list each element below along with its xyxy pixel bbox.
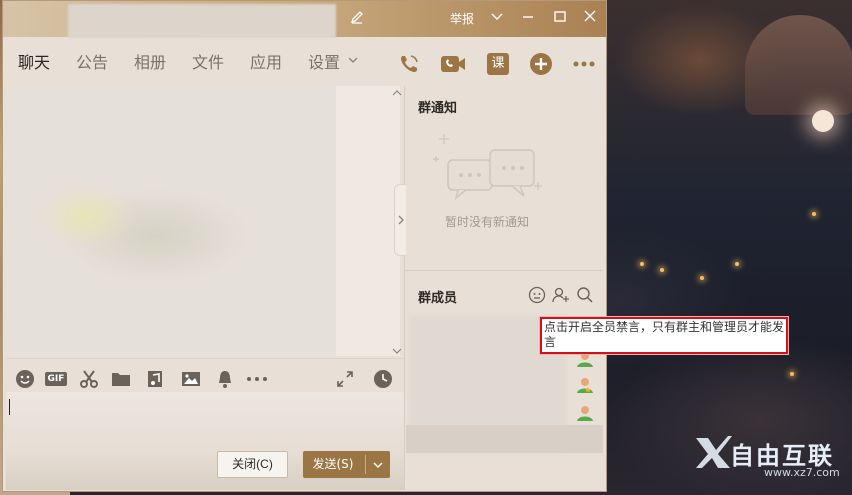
voice-call-icon[interactable] — [396, 51, 422, 77]
watermark: 自由互联 www.xz7.com — [690, 432, 850, 482]
gif-icon[interactable]: GIF — [44, 368, 68, 390]
collapse-panel-toggle[interactable] — [394, 184, 406, 256]
group-name-blurred — [68, 4, 336, 38]
close-icon[interactable] — [583, 9, 597, 29]
mute-all-tooltip: 点击开启全员禁言，只有群主和管理员才能发言 — [540, 317, 788, 354]
more-tools-icon[interactable] — [246, 368, 268, 390]
side-divider — [404, 270, 603, 271]
send-button[interactable]: 发送(S) — [303, 451, 390, 478]
watermark-url: www.xz7.com — [764, 466, 840, 479]
member-avatar-owner-icon — [577, 378, 593, 393]
music-file-icon[interactable] — [144, 368, 166, 390]
members-title: 群成员 — [418, 291, 458, 306]
tooltip-text: 点击开启全员禁言，只有群主和管理员才能发言 — [544, 320, 785, 349]
wallpaper-lantern — [812, 110, 834, 132]
minimize-icon[interactable] — [521, 9, 535, 29]
tab-settings[interactable]: 设置 — [308, 49, 340, 73]
close-button[interactable]: 关闭(C) — [217, 451, 288, 478]
tab-files[interactable]: 文件 — [192, 49, 224, 73]
send-button-label: 发送(S) — [312, 457, 354, 471]
send-options-chevron-icon[interactable] — [366, 451, 390, 478]
edit-icon[interactable] — [349, 9, 365, 31]
gif-label: GIF — [44, 372, 68, 386]
course-icon[interactable]: 课 — [485, 51, 511, 77]
wallpaper-light — [640, 262, 644, 266]
tab-apps[interactable]: 应用 — [250, 49, 282, 73]
chevron-down-icon[interactable] — [490, 9, 504, 29]
member-row-selected[interactable] — [406, 425, 603, 453]
screenshot-scissors-icon[interactable] — [78, 368, 100, 390]
chevron-right-icon — [398, 215, 404, 225]
watermark-logo-icon — [696, 436, 732, 468]
video-call-icon[interactable] — [440, 51, 466, 77]
wallpaper-light — [790, 372, 794, 376]
maximize-icon[interactable] — [553, 9, 567, 29]
wallpaper-light — [700, 276, 704, 280]
tab-announcement[interactable]: 公告 — [76, 49, 108, 73]
add-app-icon[interactable] — [528, 51, 554, 77]
settings-chevron-icon[interactable] — [347, 51, 359, 70]
member-avatar-icon — [577, 406, 593, 421]
image-icon[interactable] — [180, 368, 202, 390]
wallpaper-boat — [745, 15, 852, 115]
emoji-icon[interactable] — [14, 368, 36, 390]
tab-chat[interactable]: 聊天 — [18, 49, 50, 73]
course-label: 课 — [487, 53, 509, 75]
tab-album[interactable]: 相册 — [134, 49, 166, 73]
messages-blurred — [6, 86, 336, 356]
wallpaper-light — [812, 212, 816, 216]
scroll-up-icon[interactable] — [392, 89, 402, 100]
title-bar: 举报 — [3, 1, 606, 38]
report-link[interactable]: 举报 — [450, 10, 474, 27]
expand-icon[interactable] — [334, 368, 356, 390]
bell-icon[interactable] — [214, 368, 236, 390]
scroll-down-icon[interactable] — [392, 347, 402, 358]
empty-notice-illustration-icon — [430, 132, 546, 206]
wallpaper-light — [735, 262, 739, 266]
history-clock-icon[interactable] — [372, 368, 394, 390]
add-member-icon[interactable] — [552, 286, 570, 304]
folder-icon[interactable] — [110, 368, 132, 390]
input-splitter[interactable] — [6, 358, 404, 359]
mute-all-icon[interactable] — [528, 286, 546, 304]
wallpaper-light — [660, 268, 664, 272]
message-list[interactable] — [6, 86, 400, 356]
notice-title: 群通知 — [418, 101, 458, 116]
more-icon[interactable] — [571, 51, 597, 77]
empty-notice-text: 暂时没有新通知 — [445, 215, 530, 229]
text-caret — [9, 399, 10, 415]
search-icon[interactable] — [576, 286, 594, 304]
